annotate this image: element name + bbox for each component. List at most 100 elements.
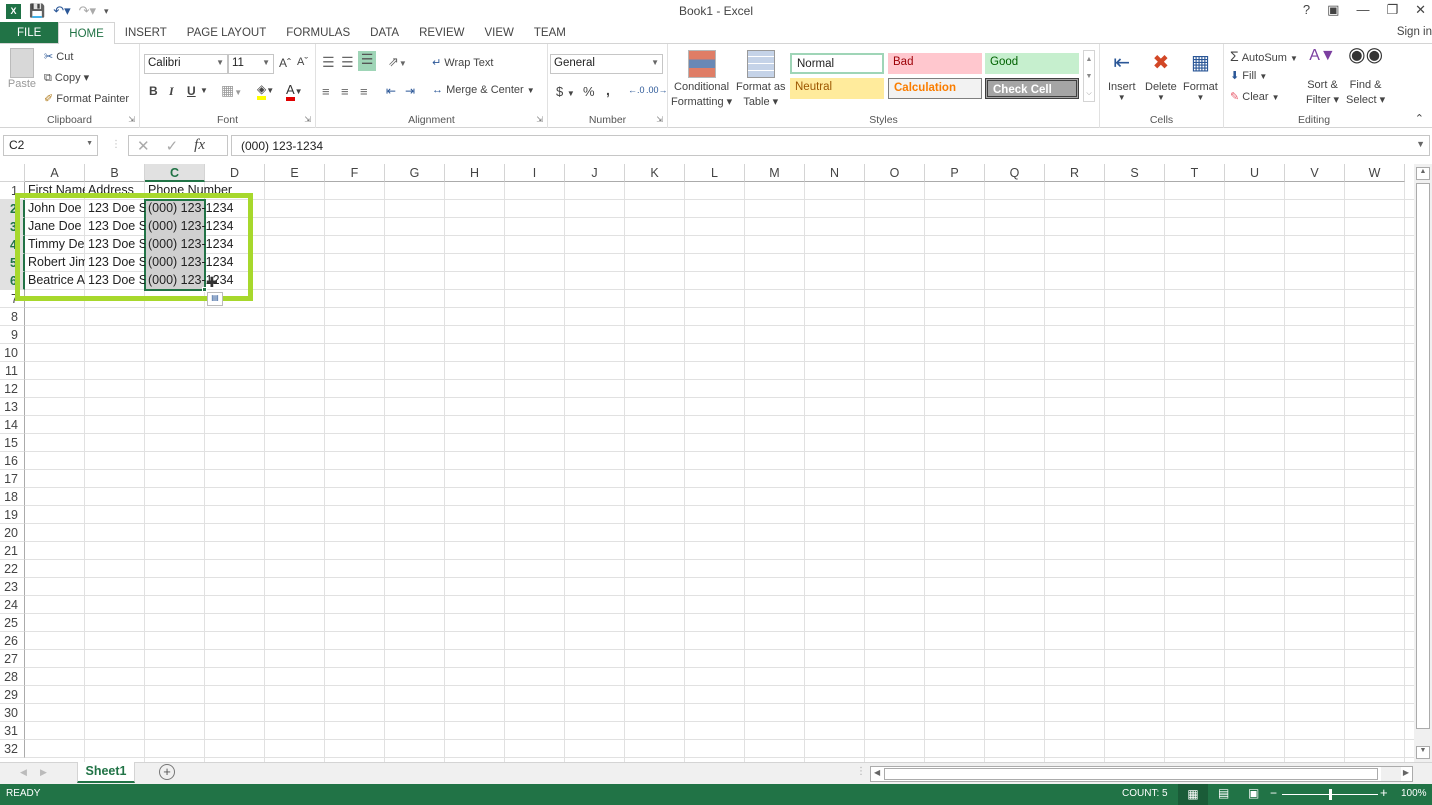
orientation-icon[interactable]: ⇗▼ (388, 54, 407, 70)
tab-team[interactable]: TEAM (524, 22, 576, 43)
help-icon[interactable]: ? (1303, 2, 1310, 18)
scroll-right-icon[interactable]: ▶ (1403, 768, 1409, 777)
comma-button[interactable]: , (606, 82, 610, 98)
quick-analysis-icon[interactable]: ▤ (207, 292, 223, 306)
row-header-9[interactable]: 9 (0, 326, 25, 344)
row-header-27[interactable]: 27 (0, 650, 25, 668)
horizontal-scrollbar[interactable]: ◀ ▶ (870, 766, 1413, 782)
row-header-16[interactable]: 16 (0, 452, 25, 470)
find-select-button[interactable]: ◉◉ Find & Select ▾ (1346, 45, 1385, 108)
row-header-21[interactable]: 21 (0, 542, 25, 560)
align-right-icon[interactable]: ≡ (360, 84, 368, 99)
font-color-button[interactable]: A▼ (286, 82, 303, 101)
column-header-e[interactable]: E (265, 164, 325, 182)
column-header-o[interactable]: O (865, 164, 925, 182)
tab-split-grip-icon[interactable]: ⋮ (856, 766, 866, 777)
column-header-j[interactable]: J (565, 164, 625, 182)
zoom-slider-thumb[interactable] (1329, 789, 1332, 800)
close-icon[interactable]: ✕ (1415, 2, 1426, 18)
dialog-launcher-icon[interactable]: ⇲ (656, 115, 663, 124)
sign-in-link[interactable]: Sign in (1397, 26, 1432, 38)
column-header-p[interactable]: P (925, 164, 985, 182)
row-header-26[interactable]: 26 (0, 632, 25, 650)
row-header-10[interactable]: 10 (0, 344, 25, 362)
worksheet-grid[interactable]: A B C D E F G H I J K L M N O P Q R S T U V W 1 2 3 4 5 6 7 8 9 10 11 12 13… (0, 164, 1414, 762)
autosum-button[interactable]: Σ AutoSum ▼ (1230, 48, 1298, 64)
new-sheet-icon[interactable]: + (159, 764, 175, 780)
merge-center-button[interactable]: ↔ Merge & Center ▼ (432, 84, 535, 96)
row-header-18[interactable]: 18 (0, 488, 25, 506)
row-header-15[interactable]: 15 (0, 434, 25, 452)
fill-button[interactable]: ⬇ Fill ▼ (1230, 69, 1267, 82)
format-painter-button[interactable]: ✐ Format Painter (44, 92, 129, 105)
zoom-in-icon[interactable]: + (1380, 785, 1388, 800)
increase-decimal-icon[interactable]: ←.0 (628, 85, 645, 95)
column-header-l[interactable]: L (685, 164, 745, 182)
vertical-scrollbar[interactable]: ▲ ▼ (1414, 164, 1432, 762)
align-bottom-icon[interactable]: ☰ (358, 51, 376, 71)
row-header-19[interactable]: 19 (0, 506, 25, 524)
borders-icon[interactable]: ▦▼ (221, 82, 242, 99)
column-header-k[interactable]: K (625, 164, 685, 182)
column-header-v[interactable]: V (1285, 164, 1345, 182)
conditional-formatting-button[interactable]: Conditional Formatting ▾ (671, 50, 732, 110)
zoom-slider[interactable] (1282, 789, 1378, 800)
decrease-decimal-icon[interactable]: .00→ (646, 85, 668, 95)
row-header-8[interactable]: 8 (0, 308, 25, 326)
delete-cells-button[interactable]: ✖ Delete ▼ (1145, 50, 1177, 102)
currency-button[interactable]: $ ▼ (556, 84, 575, 99)
column-header-b[interactable]: B (85, 164, 145, 182)
column-header-g[interactable]: G (385, 164, 445, 182)
row-header-17[interactable]: 17 (0, 470, 25, 488)
row-header-14[interactable]: 14 (0, 416, 25, 434)
column-header-n[interactable]: N (805, 164, 865, 182)
align-center-icon[interactable]: ≡ (341, 84, 349, 99)
row-header-13[interactable]: 13 (0, 398, 25, 416)
increase-font-icon[interactable]: Aˆ (279, 56, 291, 70)
tab-page-layout[interactable]: PAGE LAYOUT (177, 22, 276, 43)
vertical-scroll-thumb[interactable] (1416, 183, 1430, 729)
row-header-23[interactable]: 23 (0, 578, 25, 596)
increase-indent-icon[interactable]: ⇥ (405, 84, 415, 98)
column-header-m[interactable]: M (745, 164, 805, 182)
column-header-f[interactable]: F (325, 164, 385, 182)
row-header-22[interactable]: 22 (0, 560, 25, 578)
clear-button[interactable]: ✎ Clear ▼ (1230, 90, 1280, 103)
decrease-indent-icon[interactable]: ⇤ (386, 84, 396, 98)
cancel-icon[interactable]: ✕ (137, 137, 150, 155)
enter-icon[interactable]: ✓ (166, 137, 179, 155)
wrap-text-button[interactable]: ↵ Wrap Text (432, 56, 493, 69)
column-header-q[interactable]: Q (985, 164, 1045, 182)
insert-cells-button[interactable]: ⇤ Insert ▼ (1108, 50, 1136, 102)
tab-file[interactable]: FILE (0, 22, 59, 43)
scroll-sheets-right-icon[interactable]: ▶ (40, 767, 47, 778)
tab-review[interactable]: REVIEW (409, 22, 474, 43)
row-header-28[interactable]: 28 (0, 668, 25, 686)
row-header-25[interactable]: 25 (0, 614, 25, 632)
dialog-launcher-icon[interactable]: ⇲ (536, 115, 543, 124)
bold-button[interactable]: B (149, 84, 158, 98)
page-layout-view-icon[interactable]: ▤ (1218, 786, 1229, 800)
select-all-corner[interactable] (0, 164, 25, 182)
format-cells-button[interactable]: ▦ Format ▼ (1183, 50, 1218, 102)
tab-view[interactable]: VIEW (474, 22, 523, 43)
column-header-c[interactable]: C (145, 164, 205, 182)
cut-button[interactable]: ✂ Cut (44, 50, 73, 63)
ribbon-display-options-icon[interactable]: ▣ (1327, 2, 1339, 18)
column-header-u[interactable]: U (1225, 164, 1285, 182)
column-header-h[interactable]: H (445, 164, 505, 182)
column-header-i[interactable]: I (505, 164, 565, 182)
styles-scroll[interactable]: ▲ ▼ ⌵ (1083, 50, 1095, 102)
row-header-31[interactable]: 31 (0, 722, 25, 740)
scroll-down-icon[interactable]: ▼ (1416, 746, 1430, 759)
expand-formula-bar-icon[interactable]: ▼ (1416, 139, 1425, 149)
style-check-cell[interactable]: Check Cell (985, 78, 1079, 99)
zoom-out-icon[interactable]: − (1270, 786, 1277, 800)
column-header-t[interactable]: T (1165, 164, 1225, 182)
row-header-12[interactable]: 12 (0, 380, 25, 398)
column-header-r[interactable]: R (1045, 164, 1105, 182)
style-neutral[interactable]: Neutral (790, 78, 884, 99)
name-box[interactable]: C2 ▼ (3, 135, 98, 156)
style-bad[interactable]: Bad (888, 53, 982, 74)
column-header-a[interactable]: A (25, 164, 85, 182)
